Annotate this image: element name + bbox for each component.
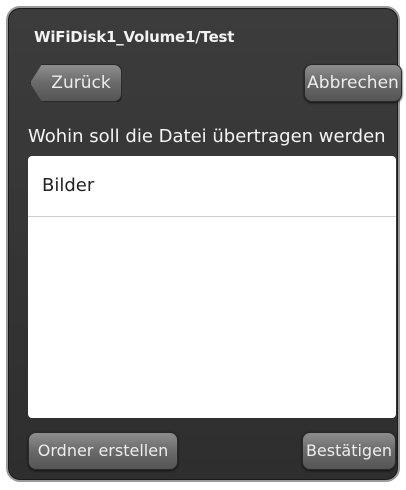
transfer-destination-dialog: WiFiDisk1_Volume1/Test Zurück Abbrechen …	[6, 6, 402, 482]
destination-prompt: Wohin soll die Datei übertragen werden	[28, 126, 386, 147]
create-folder-button[interactable]: Ordner erstellen	[28, 432, 178, 470]
back-button[interactable]: Zurück	[30, 64, 122, 102]
cancel-button[interactable]: Abbrechen	[304, 64, 402, 102]
confirm-button[interactable]: Bestätigen	[302, 432, 396, 470]
folder-item-bilder[interactable]: Bilder	[28, 156, 396, 217]
folder-list: Bilder	[28, 156, 396, 418]
dialog-title: WiFiDisk1_Volume1/Test	[34, 28, 235, 46]
